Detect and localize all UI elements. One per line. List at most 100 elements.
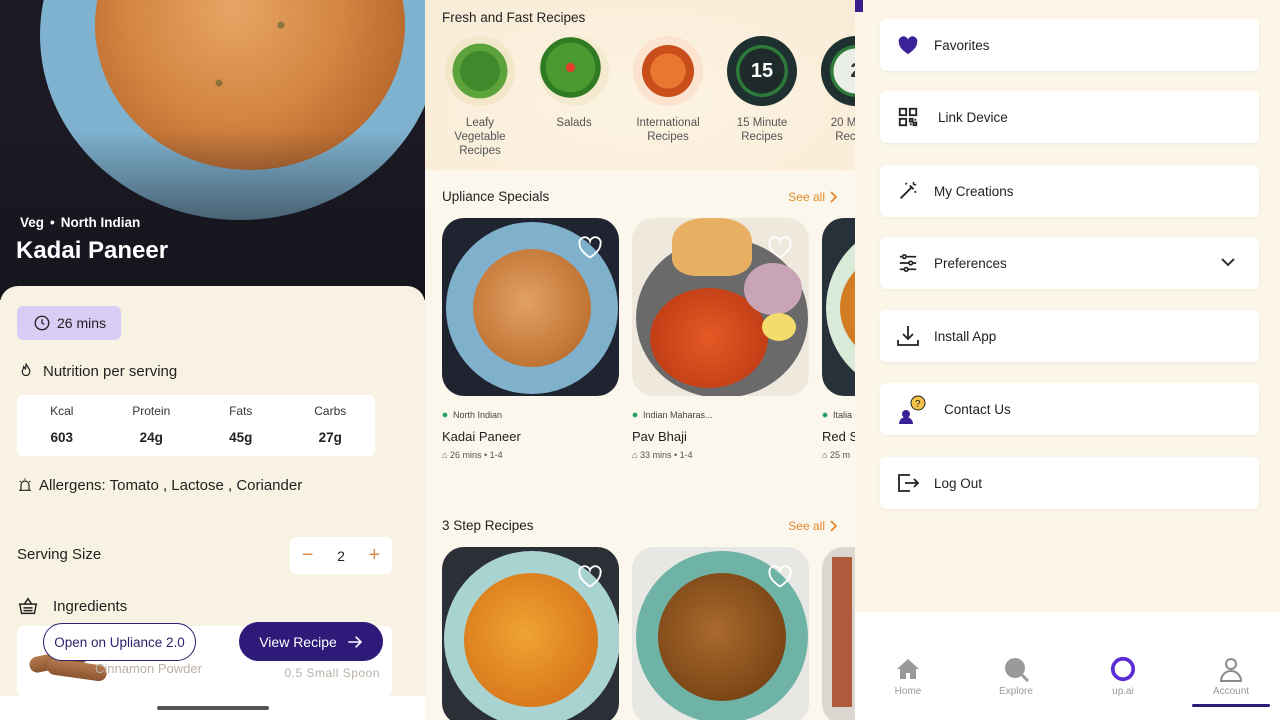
recipe-hero-image: Veg • North Indian Kadai Paneer — [0, 0, 425, 300]
recipe-card[interactable]: North Indian Kadai Paneer ⌂ 26 mins • 1-… — [442, 218, 619, 460]
recipe-card[interactable]: Italia Red S ⌂ 25 m — [822, 218, 855, 460]
category-international[interactable]: International Recipes — [628, 36, 708, 144]
three-step-title: 3 Step Recipes — [442, 518, 534, 533]
nutrition-kcal: Kcal 603 — [17, 395, 107, 456]
timer-plate-icon: 15 — [727, 36, 797, 106]
nutrition-value: 603 — [50, 430, 74, 445]
lemon-image — [762, 313, 796, 341]
chevron-right-icon — [830, 520, 837, 532]
basket-icon — [18, 597, 38, 615]
increment-button[interactable]: + — [369, 544, 381, 567]
heart-icon[interactable] — [576, 563, 604, 589]
menu-preferences[interactable]: Preferences — [880, 237, 1259, 289]
category-salads[interactable]: Salads — [534, 36, 614, 130]
see-all-label: See all — [788, 519, 825, 533]
recipe-card-meta-text: 25 m — [829, 450, 850, 460]
serving-size-label: Serving Size — [17, 546, 102, 563]
dish-image — [832, 557, 852, 707]
ingredient-name: Cinnamon Powder — [95, 661, 202, 676]
recipe-card-image — [442, 218, 619, 396]
tab-label: up.ai — [1112, 686, 1134, 697]
view-recipe-button[interactable]: View Recipe — [239, 622, 383, 661]
see-all-three-step-link[interactable]: See all — [788, 519, 837, 533]
recipe-card-name: Red S — [822, 429, 855, 444]
serving-value: 2 — [337, 547, 345, 564]
chevron-down-icon[interactable] — [1219, 253, 1237, 271]
noodles-bowl-icon — [633, 36, 703, 106]
decrement-button[interactable]: − — [302, 544, 314, 567]
recipe-card-image — [822, 547, 855, 720]
recipe-title: Kadai Paneer — [16, 237, 169, 264]
tab-explore[interactable]: Explore — [976, 656, 1056, 697]
diet-tag: Veg — [20, 215, 45, 230]
salad-bowl-icon — [445, 36, 515, 106]
active-tab-indicator — [1192, 704, 1270, 707]
menu-label: Log Out — [934, 475, 983, 491]
nutrition-label: Carbs — [314, 404, 347, 418]
menu-label: Contact Us — [944, 401, 1011, 417]
menu-link-device[interactable]: Link Device — [880, 91, 1259, 143]
recipe-card[interactable] — [632, 547, 809, 720]
tag-separator: • — [50, 215, 55, 230]
tab-account[interactable]: Account — [1191, 656, 1271, 697]
explore-icon — [1003, 656, 1029, 682]
home-indicator[interactable] — [157, 706, 269, 710]
alarm-icon — [19, 478, 31, 491]
nutrition-value: 24g — [139, 430, 163, 445]
download-icon — [896, 324, 920, 348]
veg-indicator-icon — [442, 412, 448, 418]
ingredient-quantity: 0.5 Small Spoon — [284, 666, 380, 680]
recipe-card-meta: ⌂ 26 mins • 1-4 — [442, 450, 619, 460]
pot-icon: ⌂ — [442, 450, 450, 460]
up-ai-icon — [1110, 656, 1136, 682]
nutrition-title: Nutrition per serving — [43, 362, 178, 380]
view-recipe-label: View Recipe — [259, 633, 337, 650]
recipe-detail-panel: Veg • North Indian Kadai Paneer 26 mins … — [0, 0, 425, 720]
heart-icon[interactable] — [766, 563, 794, 589]
menu-label: Favorites — [934, 37, 990, 53]
menu-label: Preferences — [934, 255, 1007, 271]
heart-icon[interactable] — [576, 234, 604, 260]
dish-image — [658, 573, 786, 701]
category-badge: 15 — [750, 59, 774, 82]
dish-image — [464, 573, 598, 707]
dish-image — [473, 249, 591, 367]
nutrition-carbs: Carbs 27g — [286, 395, 376, 456]
category-20-minute[interactable]: 2 20 Minute Recipes — [816, 36, 855, 144]
fresh-recipes-title: Fresh and Fast Recipes — [442, 10, 586, 25]
recipe-card-name: Pav Bhaji — [632, 429, 687, 444]
see-all-specials-link[interactable]: See all — [788, 190, 837, 204]
tab-up-ai[interactable]: up.ai — [1083, 656, 1163, 697]
menu-contact-us[interactable]: ? Contact Us — [880, 383, 1259, 435]
recipe-card[interactable] — [442, 547, 619, 720]
sliders-icon — [896, 251, 920, 275]
serving-stepper: − 2 + — [290, 537, 392, 574]
category-leafy[interactable]: Leafy Vegetable Recipes — [440, 36, 520, 158]
recipe-card[interactable] — [822, 547, 855, 720]
category-label: 15 Minute Recipes — [736, 117, 788, 143]
menu-install-app[interactable]: Install App — [880, 310, 1259, 362]
recipe-card[interactable]: Indian Maharas... Pav Bhaji ⌂ 33 mins • … — [632, 218, 809, 460]
menu-favorites[interactable]: Favorites — [880, 19, 1259, 71]
svg-text:?: ? — [915, 399, 921, 410]
pot-icon: ⌂ — [632, 450, 640, 460]
menu-log-out[interactable]: Log Out — [880, 457, 1259, 509]
category-15-minute[interactable]: 15 15 Minute Recipes — [722, 36, 802, 144]
nutrition-value: 45g — [229, 430, 253, 445]
tab-home[interactable]: Home — [868, 656, 948, 697]
upliance-specials-title: Upliance Specials — [442, 189, 550, 204]
heart-icon[interactable] — [766, 234, 794, 260]
menu-label: My Creations — [934, 183, 1014, 199]
pav-bread-image — [672, 218, 752, 276]
recipe-card-tag: Indian Maharas... — [632, 410, 809, 420]
flame-icon — [21, 363, 31, 377]
see-all-label: See all — [788, 190, 825, 204]
arrow-right-icon — [348, 635, 362, 648]
status-edge — [855, 0, 863, 12]
menu-my-creations[interactable]: My Creations — [880, 165, 1259, 217]
nutrition-fats: Fats 45g — [196, 395, 286, 456]
pot-icon: ⌂ — [822, 450, 830, 460]
cook-time-chip: 26 mins — [17, 306, 121, 340]
tab-label: Explore — [999, 686, 1033, 697]
open-on-upliance-button[interactable]: Open on Upliance 2.0 — [43, 623, 196, 661]
